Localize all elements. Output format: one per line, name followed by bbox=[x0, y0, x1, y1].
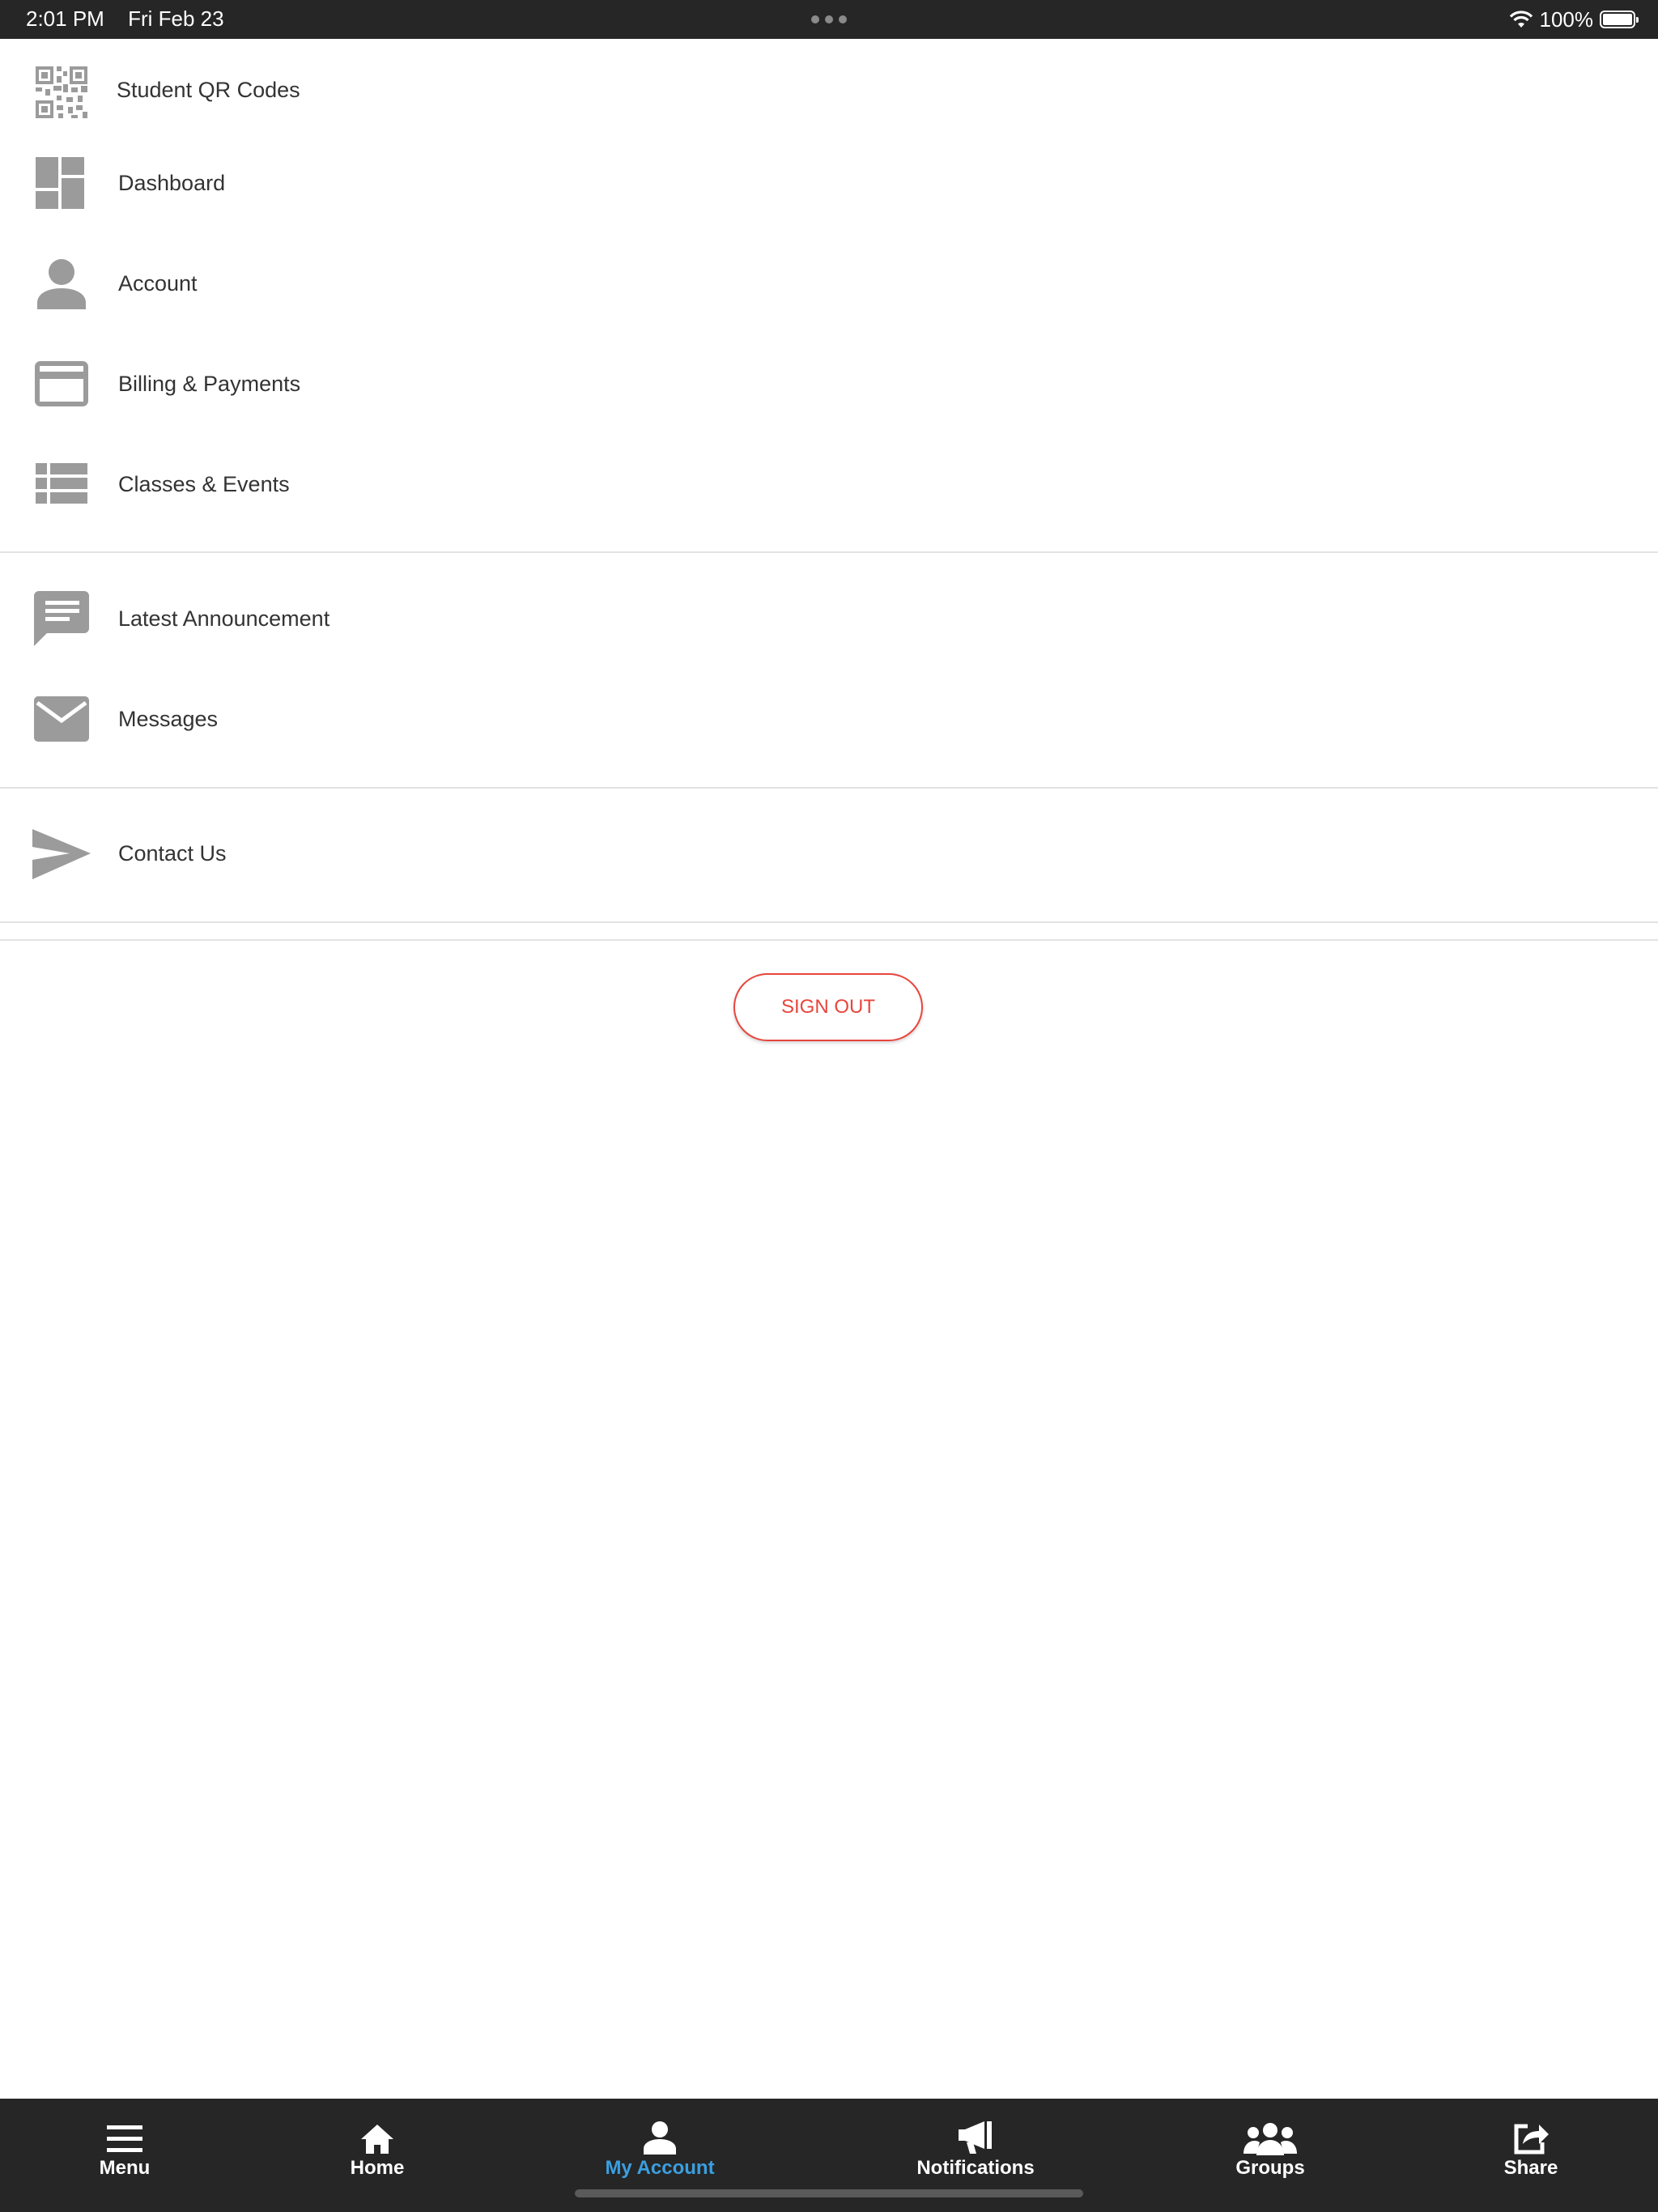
status-time-date: 2:01 PM Fri Feb 23 bbox=[26, 6, 224, 32]
tab-label: My Account bbox=[605, 2157, 715, 2179]
menu-item-messages[interactable]: Messages bbox=[0, 674, 1658, 763]
sign-out-button[interactable]: SIGN OUT bbox=[733, 973, 923, 1041]
menu-item-account[interactable]: Account bbox=[0, 238, 1658, 327]
battery-icon bbox=[1600, 11, 1639, 28]
menu-item-billing-payments[interactable]: Billing & Payments bbox=[0, 338, 1658, 428]
tab-groups[interactable]: Groups bbox=[1173, 2099, 1367, 2196]
tab-label: Home bbox=[350, 2157, 405, 2179]
menu-item-label: Student QR Codes bbox=[117, 78, 300, 102]
status-date: Fri Feb 23 bbox=[128, 6, 224, 31]
chat-bubble-icon bbox=[34, 591, 89, 646]
menu-item-label: Billing & Payments bbox=[118, 372, 301, 396]
tab-label: Menu bbox=[99, 2157, 151, 2179]
menu-item-latest-announcement[interactable]: Latest Announcement bbox=[0, 573, 1658, 662]
qr-code-icon bbox=[36, 66, 87, 118]
hamburger-icon bbox=[107, 2125, 142, 2152]
menu-item-classes-events[interactable]: Classes & Events bbox=[0, 439, 1658, 528]
group-icon bbox=[1244, 2123, 1297, 2155]
status-time: 2:01 PM bbox=[26, 6, 104, 31]
menu-item-dashboard[interactable]: Dashboard bbox=[0, 138, 1658, 227]
menu-item-label: Dashboard bbox=[118, 171, 226, 195]
list-icon bbox=[36, 463, 87, 504]
tab-my-account[interactable]: My Account bbox=[563, 2099, 757, 2196]
menu-item-student-qr-codes[interactable]: Student QR Codes bbox=[0, 45, 1658, 134]
tab-menu[interactable]: Menu bbox=[28, 2099, 222, 2196]
menu-item-label: Account bbox=[118, 271, 198, 296]
tab-home[interactable]: Home bbox=[280, 2099, 474, 2196]
section-divider bbox=[0, 787, 1658, 789]
menu-item-label: Messages bbox=[118, 707, 219, 731]
megaphone-icon bbox=[959, 2121, 992, 2154]
section-divider bbox=[0, 921, 1658, 923]
tab-notifications[interactable]: Notifications bbox=[878, 2099, 1073, 2196]
tab-label: Share bbox=[1503, 2157, 1558, 2179]
battery-percent: 100% bbox=[1539, 6, 1594, 32]
tab-share[interactable]: Share bbox=[1434, 2099, 1628, 2196]
multitasking-dots-icon[interactable] bbox=[811, 15, 847, 23]
share-icon bbox=[1514, 2124, 1549, 2155]
credit-card-icon bbox=[35, 361, 88, 406]
menu-item-contact-us[interactable]: Contact Us bbox=[0, 808, 1658, 897]
home-indicator[interactable] bbox=[575, 2189, 1083, 2197]
menu-item-label: Contact Us bbox=[118, 841, 227, 866]
dashboard-icon bbox=[36, 157, 84, 209]
person-icon bbox=[644, 2121, 676, 2155]
send-icon bbox=[32, 829, 91, 879]
status-indicators: 100% bbox=[1509, 6, 1639, 32]
section-divider bbox=[0, 551, 1658, 553]
tab-label: Notifications bbox=[916, 2157, 1035, 2179]
menu-item-label: Classes & Events bbox=[118, 472, 290, 496]
status-bar: 2:01 PM Fri Feb 23 100% bbox=[0, 0, 1658, 39]
home-icon bbox=[361, 2125, 393, 2154]
section-divider bbox=[0, 939, 1658, 941]
tab-label: Groups bbox=[1235, 2157, 1305, 2179]
person-icon bbox=[37, 259, 86, 309]
menu-item-label: Latest Announcement bbox=[118, 606, 330, 631]
wifi-icon bbox=[1509, 11, 1533, 28]
envelope-icon bbox=[34, 696, 89, 742]
